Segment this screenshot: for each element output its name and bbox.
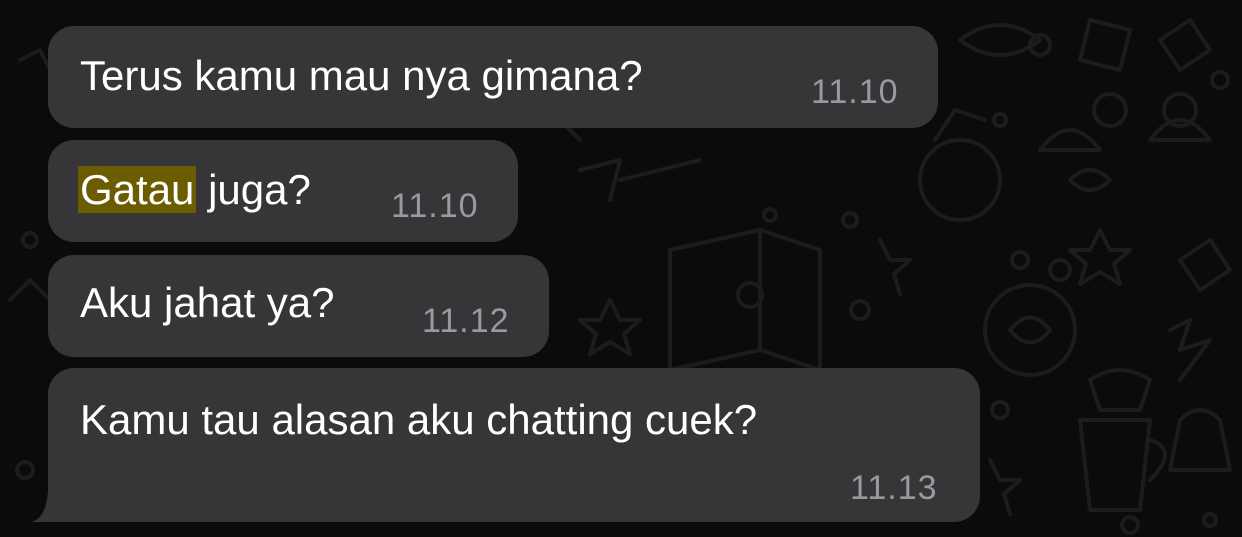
message-bubble[interactable]: Kamu tau alasan aku chatting cuek? 11.13 xyxy=(48,368,980,522)
message-text: Terus kamu mau nya gimana? xyxy=(80,52,643,99)
message-text: Kamu tau alasan aku chatting cuek? xyxy=(80,396,758,443)
chat-view: Terus kamu mau nya gimana? 11.10 Gatau j… xyxy=(0,0,1242,537)
message-bubble[interactable]: Gatau juga? 11.10 xyxy=(48,140,518,242)
message-timestamp: 11.12 xyxy=(422,302,510,340)
message-text: Aku jahat ya? xyxy=(80,279,335,326)
message-bubble[interactable]: Terus kamu mau nya gimana? 11.10 xyxy=(48,26,938,128)
message-timestamp: 11.13 xyxy=(850,469,938,507)
message-timestamp: 11.10 xyxy=(811,73,899,111)
message-text: Gatau juga? xyxy=(78,166,311,213)
message-bubble[interactable]: Aku jahat ya? 11.12 xyxy=(48,255,549,357)
message-timestamp: 11.10 xyxy=(391,187,479,225)
search-highlight: Gatau xyxy=(78,166,197,213)
